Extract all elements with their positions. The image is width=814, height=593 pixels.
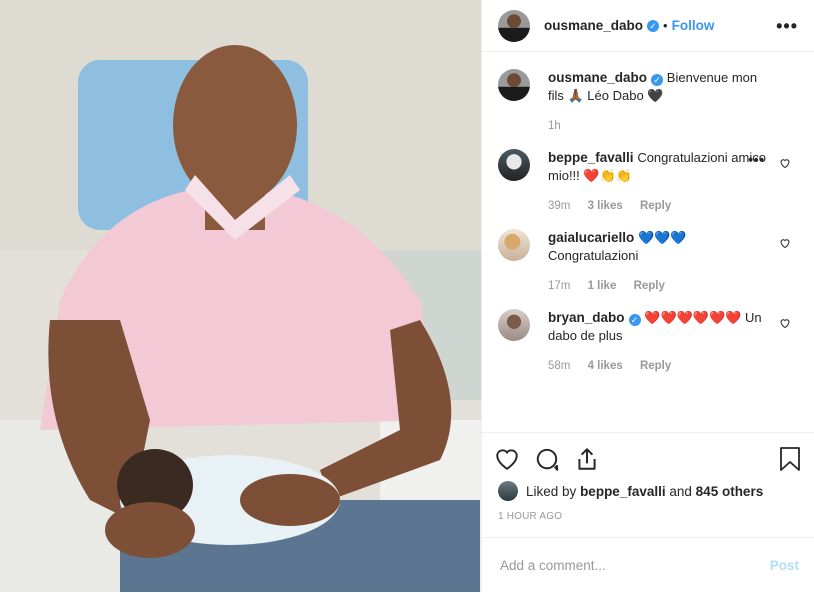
commenter-avatar[interactable] xyxy=(498,309,530,341)
comment-item: beppe_favalli Congratulazioni amico mio!… xyxy=(498,149,799,215)
verified-badge-icon: ✓ xyxy=(651,74,664,86)
reply-button[interactable]: Reply xyxy=(640,360,671,372)
comment-like-icon[interactable] xyxy=(779,317,791,329)
add-comment-bar: Post xyxy=(482,537,814,593)
reply-button[interactable]: Reply xyxy=(634,280,665,292)
comment-time[interactable]: 39m xyxy=(548,200,570,212)
author-username[interactable]: ousmane_dabo xyxy=(544,18,643,33)
commenter-avatar[interactable] xyxy=(498,229,530,261)
caption-time[interactable]: 1h xyxy=(548,120,561,132)
author-avatar[interactable] xyxy=(498,9,530,42)
comments-list[interactable]: ousmane_dabo ✓ Bienvenue mon fils 🙏🏾 Léo … xyxy=(482,53,814,431)
caption-username[interactable]: ousmane_dabo xyxy=(548,70,647,85)
comment-likes[interactable]: 1 like xyxy=(588,280,617,292)
separator-dot: • xyxy=(663,18,668,33)
verified-badge-icon: ✓ xyxy=(628,314,641,326)
liker-username[interactable]: beppe_favalli xyxy=(580,484,666,499)
reply-button[interactable]: Reply xyxy=(640,200,671,212)
caption-avatar[interactable] xyxy=(498,69,530,101)
post-comment-button[interactable]: Post xyxy=(770,558,799,573)
comment-input[interactable] xyxy=(498,557,770,574)
liked-by-prefix: Liked by xyxy=(526,483,577,499)
comment-likes[interactable]: 3 likes xyxy=(588,200,623,212)
others-count[interactable]: 845 others xyxy=(696,484,764,499)
comment-item: gaialucariello 💙💙💙 Congratulazioni 17m 1… xyxy=(498,229,799,295)
commenter-avatar[interactable] xyxy=(498,149,530,181)
verified-badge-icon: ✓ xyxy=(647,19,660,32)
post-photo[interactable] xyxy=(0,0,481,592)
comment-username[interactable]: bryan_dabo xyxy=(548,310,625,325)
comment-like-icon[interactable] xyxy=(779,237,791,249)
comment-time[interactable]: 58m xyxy=(548,360,570,372)
comment-options-icon[interactable]: ••• xyxy=(748,152,765,167)
comment-likes[interactable]: 4 likes xyxy=(588,360,623,372)
comment-username[interactable]: beppe_favalli xyxy=(548,150,634,165)
instagram-post: ousmane_dabo ✓ • Follow ••• ousmane_dabo… xyxy=(0,0,814,592)
post-timestamp[interactable]: 1 HOUR AGO xyxy=(482,501,814,525)
share-icon[interactable] xyxy=(574,446,600,472)
post-side-panel: ousmane_dabo ✓ • Follow ••• ousmane_dabo… xyxy=(481,0,814,592)
post-actions: Liked by beppe_favalli and 845 others 1 … xyxy=(482,432,814,593)
comment-icon[interactable] xyxy=(534,446,560,472)
comment-time[interactable]: 17m xyxy=(548,280,570,292)
comment-username[interactable]: gaialucariello xyxy=(548,230,634,245)
comment-like-icon[interactable] xyxy=(779,157,791,169)
follow-button[interactable]: Follow xyxy=(672,18,715,33)
comment-item: bryan_dabo ✓ ❤️❤️❤️❤️❤️❤️ Un dabo de plus… xyxy=(498,309,799,375)
liked-by-connector: and xyxy=(669,483,692,499)
more-options-icon[interactable]: ••• xyxy=(776,16,798,37)
post-header: ousmane_dabo ✓ • Follow ••• xyxy=(482,0,814,52)
photo-illustration xyxy=(0,0,481,592)
bookmark-icon[interactable] xyxy=(779,446,801,472)
heart-icon[interactable] xyxy=(494,446,520,472)
caption: ousmane_dabo ✓ Bienvenue mon fils 🙏🏾 Léo … xyxy=(498,69,799,135)
